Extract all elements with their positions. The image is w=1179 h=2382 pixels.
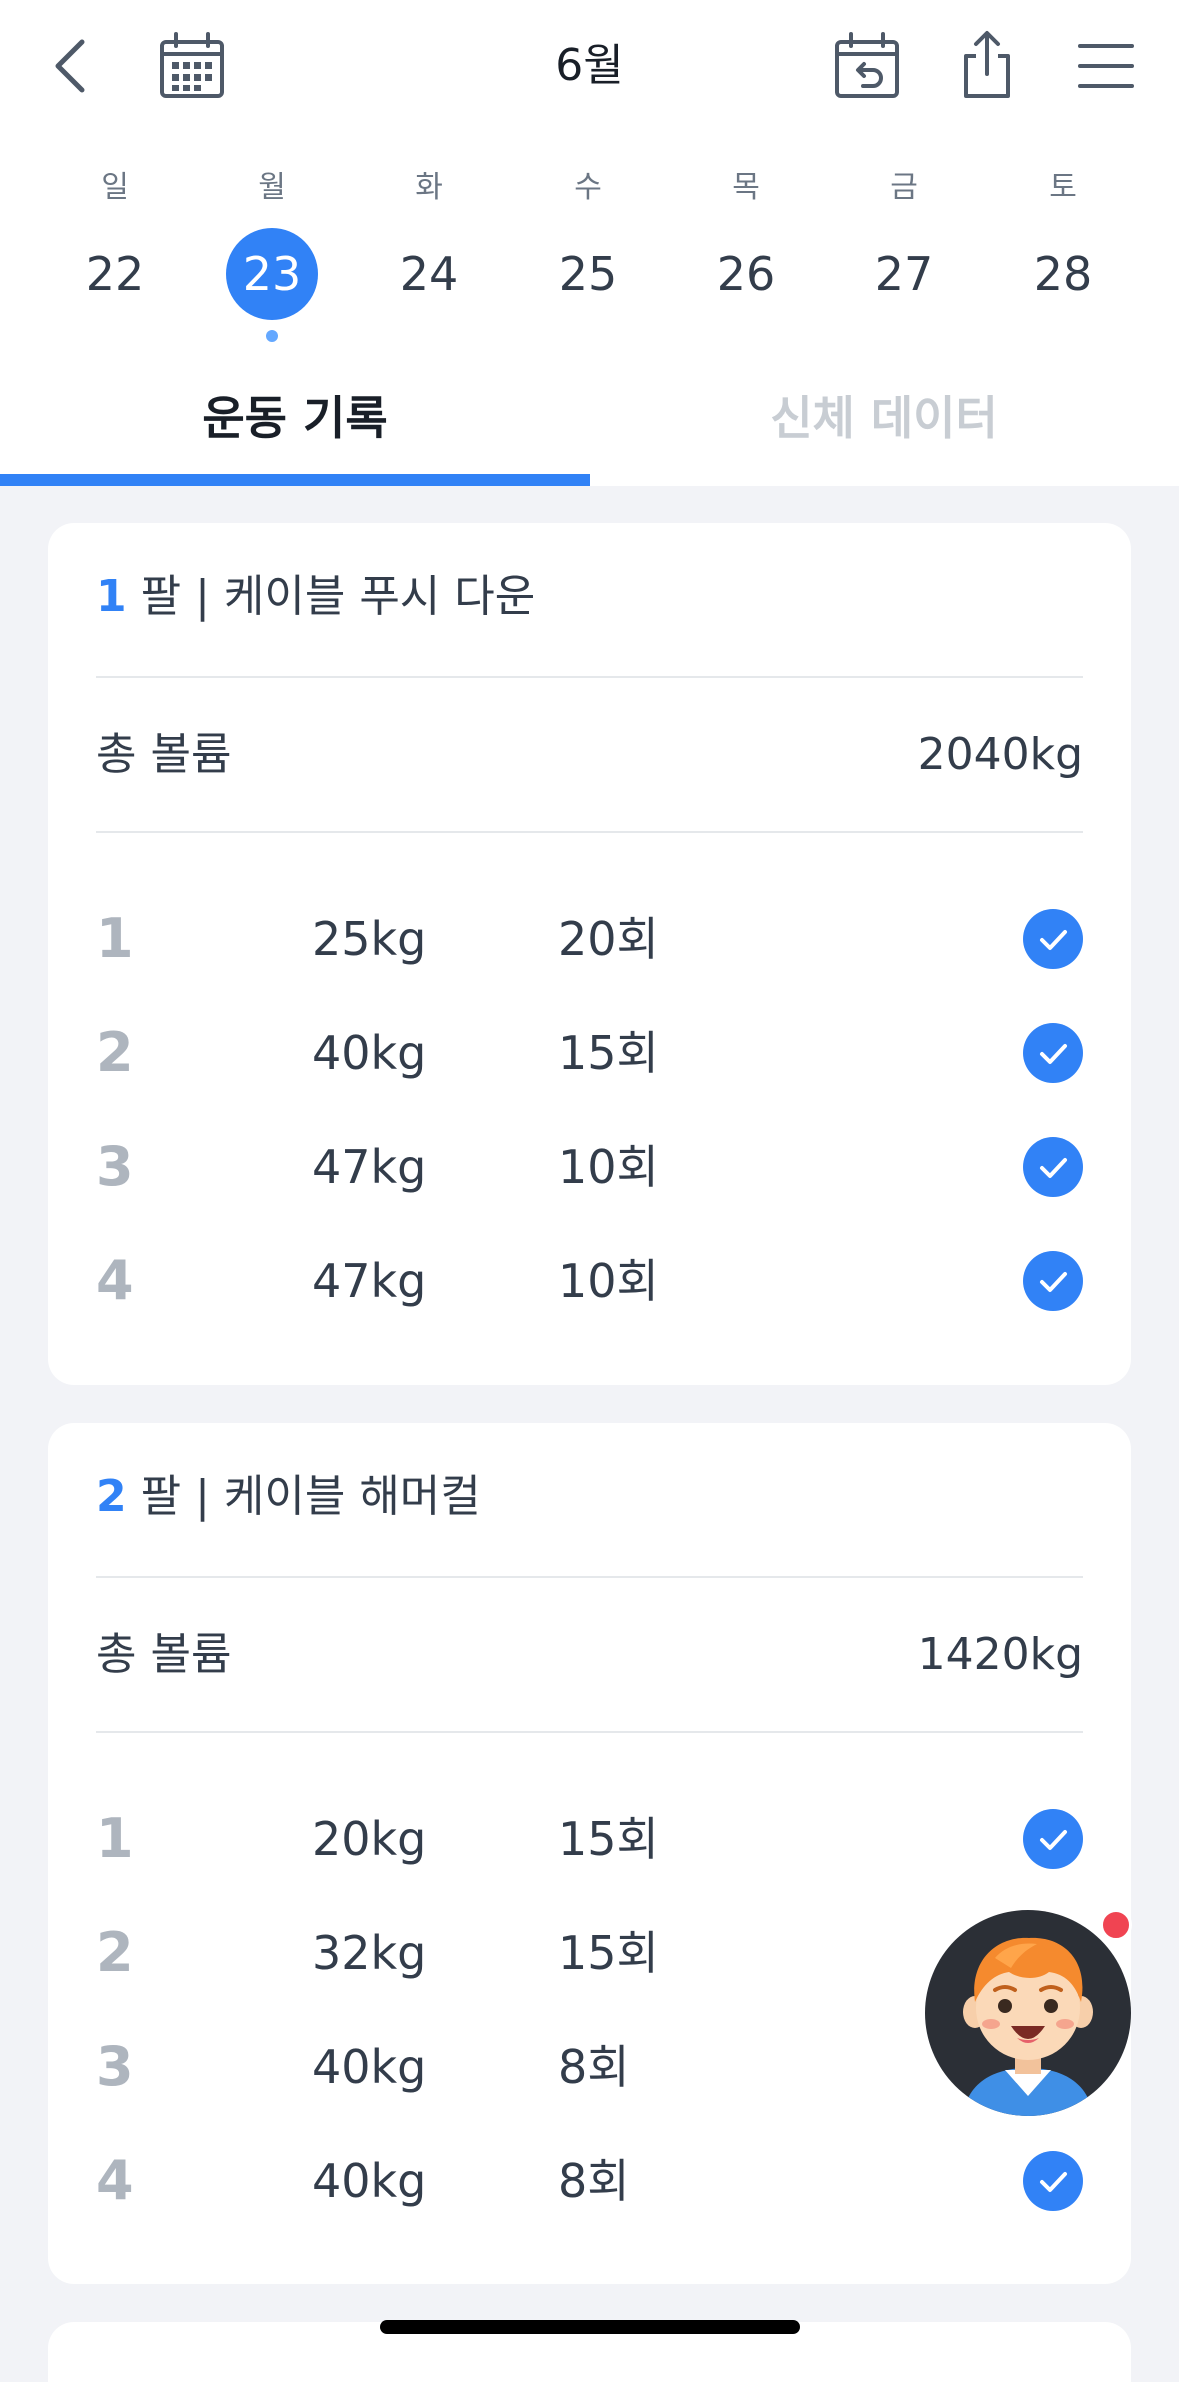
exercise-title: 2 팔 | 케이블 해머컬 [96,1467,481,1527]
divider [96,676,1083,678]
set-weight: 47kg [312,1254,427,1308]
day-wed[interactable]: 수 25 [513,166,663,356]
tab-bar: 운동 기록 신체 데이터 [0,360,1179,486]
day-of-week-label: 금 [890,170,918,205]
exercise-title: 1 팔 | 케이블 푸시 다운 [96,567,535,627]
share-icon[interactable] [960,30,1014,100]
day-of-week-label: 목 [732,170,760,205]
set-number: 1 [96,1807,134,1870]
set-weight: 40kg [312,1026,427,1080]
notification-badge [1100,1909,1132,1941]
day-number-selected: 23 [226,228,318,320]
day-of-week-label: 수 [574,170,602,205]
day-thu[interactable]: 목 26 [671,166,821,356]
day-number: 24 [399,247,459,301]
day-sun[interactable]: 일 22 [40,166,190,356]
exercise-name: 팔 | 케이블 푸시 다운 [140,571,536,622]
set-reps: 15회 [558,1812,659,1866]
boy-character-icon [963,1937,1093,2116]
check-icon[interactable] [1023,1251,1083,1311]
exercise-index: 2 [96,1471,127,1522]
check-icon[interactable] [1023,2151,1083,2211]
set-number: 1 [96,907,134,970]
set-reps: 10회 [558,1254,659,1308]
set-row[interactable]: 1 25kg 20회 [48,899,1131,979]
calendar-undo-icon[interactable] [833,32,901,100]
set-weight: 25kg [312,912,427,966]
set-weight: 20kg [312,1812,427,1866]
tab-indicator [0,474,590,486]
home-indicator [380,2320,800,2334]
set-weight: 47kg [312,1140,427,1194]
set-row[interactable]: 2 40kg 15회 [48,1013,1131,1093]
set-row[interactable]: 4 47kg 10회 [48,1241,1131,1321]
check-icon[interactable] [1023,1809,1083,1869]
divider [96,831,1083,833]
total-volume-label: 총 볼륨 [96,729,232,780]
day-of-week-label: 토 [1049,170,1077,205]
day-number: 28 [1033,247,1093,301]
day-of-week-label: 월 [258,170,286,205]
day-tue[interactable]: 화 24 [354,166,504,356]
divider [96,1731,1083,1733]
check-icon[interactable] [1023,1137,1083,1197]
character-avatar-button[interactable] [925,1910,1131,2116]
divider [96,1576,1083,1578]
set-number: 3 [96,1135,134,1198]
day-of-week-label: 일 [101,170,129,205]
day-number: 27 [874,247,934,301]
set-weight: 40kg [312,2040,427,2094]
record-dot [266,330,278,342]
exercise-name: 팔 | 케이블 해머컬 [140,1471,481,1522]
tab-body-data[interactable]: 신체 데이터 [589,360,1179,486]
day-fri[interactable]: 금 27 [829,166,979,356]
menu-icon[interactable] [1078,42,1134,90]
day-mon[interactable]: 월 23 [197,166,347,356]
set-reps: 8회 [558,2040,630,2094]
week-strip: 일 22 월 23 화 24 수 25 목 26 금 27 토 28 [0,166,1179,356]
total-volume-value: 2040kg [917,729,1083,780]
set-number: 3 [96,2035,134,2098]
tab-workout-log[interactable]: 운동 기록 [0,360,590,486]
set-number: 2 [96,1921,134,1984]
total-volume-label: 총 볼륨 [96,1629,232,1680]
set-row[interactable]: 4 40kg 8회 [48,2141,1131,2221]
day-sat[interactable]: 토 28 [988,166,1138,356]
check-icon[interactable] [1023,1023,1083,1083]
day-number: 25 [558,247,618,301]
set-reps: 10회 [558,1140,659,1194]
exercise-card[interactable]: 2팔 | 케이블 해머컬 총 볼륨 1420kg 1 20kg 15회 2 32… [48,1423,1131,2284]
set-reps: 15회 [558,1026,659,1080]
set-reps: 15회 [558,1926,659,1980]
day-number: 22 [85,247,145,301]
set-weight: 32kg [312,1926,427,1980]
set-number: 4 [96,1249,134,1312]
set-number: 2 [96,1021,134,1084]
exercise-index: 1 [96,571,127,622]
set-weight: 40kg [312,2154,427,2208]
set-row[interactable]: 3 47kg 10회 [48,1127,1131,1207]
day-number: 26 [716,247,776,301]
set-reps: 8회 [558,2154,630,2208]
total-volume-value: 1420kg [917,1629,1083,1680]
exercise-card[interactable]: 1 팔 | 케이블 푸시 다운 총 볼륨 2040kg 1 25kg 20회 2 … [48,523,1131,1385]
top-header-area: 6월 일 22 월 23 화 24 수 25 목 26 금 27 토 28 운동… [0,0,1179,486]
set-number: 4 [96,2149,134,2212]
set-reps: 20회 [558,912,659,966]
set-row[interactable]: 1 20kg 15회 [48,1799,1131,1879]
day-of-week-label: 화 [415,170,443,205]
check-icon[interactable] [1023,909,1083,969]
